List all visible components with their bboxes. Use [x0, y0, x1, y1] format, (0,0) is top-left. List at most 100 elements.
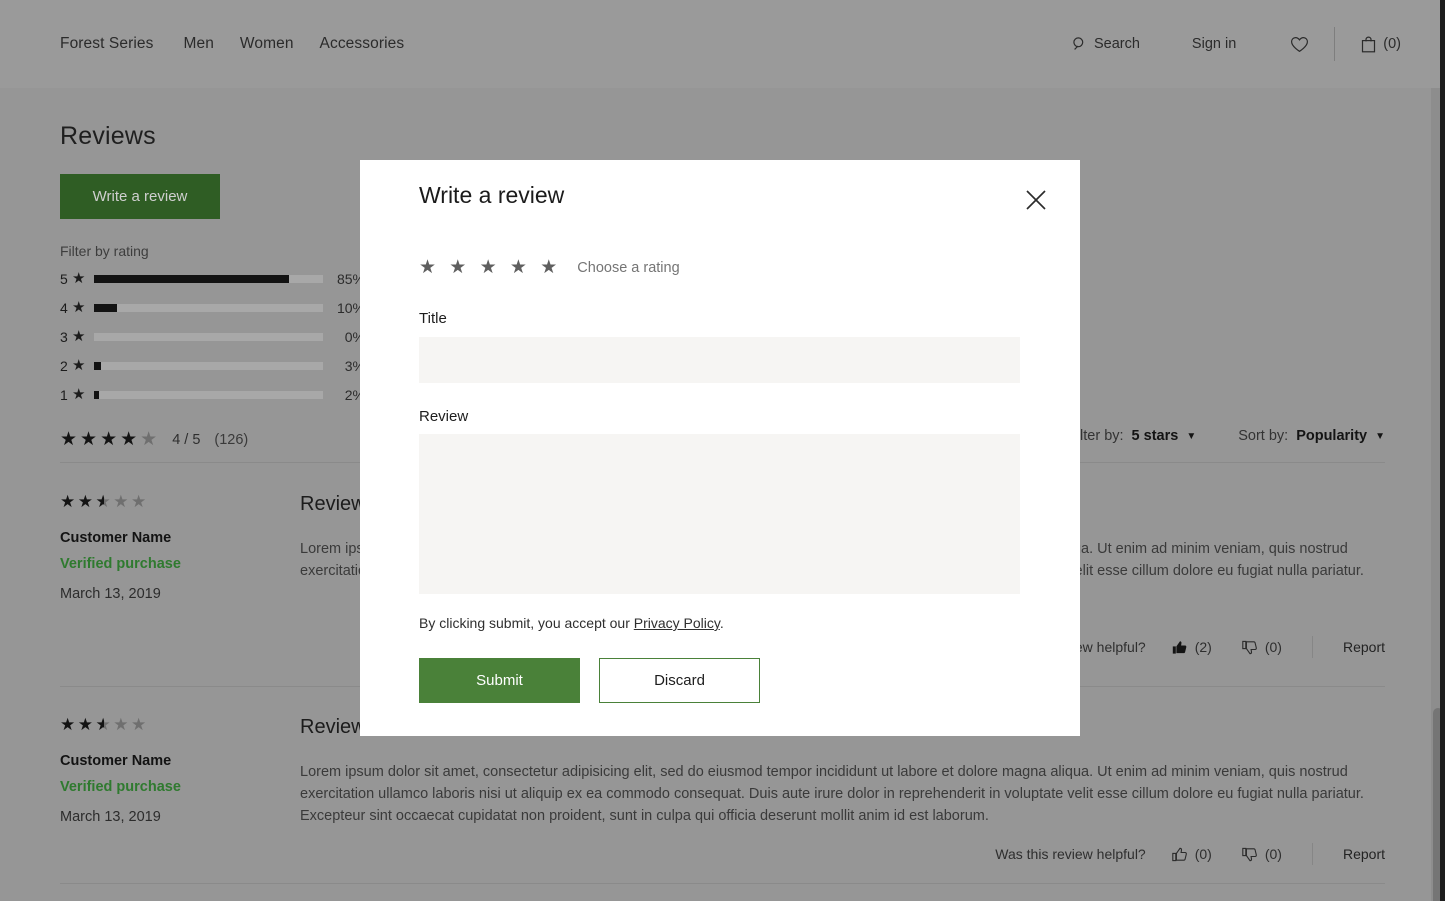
- review-meta: ★★★★★ Customer Name Verified purchase Ma…: [60, 716, 285, 825]
- sort-label: Sort by:: [1238, 428, 1288, 444]
- chevron-down-icon: ▼: [1375, 431, 1385, 442]
- thumbs-down-button[interactable]: (0): [1242, 846, 1282, 862]
- star-icon: ★: [72, 358, 94, 373]
- thumbs-up-count: (2): [1195, 639, 1212, 655]
- rating-bar-1[interactable]: 1 ★ 2%: [60, 380, 365, 409]
- rating-bar-4[interactable]: 4 ★ 10%: [60, 293, 365, 322]
- thumbs-down-count: (0): [1265, 639, 1282, 655]
- stars-filled: ★★: [60, 715, 95, 734]
- sort-value: Popularity: [1296, 428, 1367, 444]
- nav-item-forest-series[interactable]: Forest Series: [60, 35, 183, 53]
- thumbs-down-icon: [1242, 640, 1258, 655]
- page-title: Reviews: [60, 122, 156, 151]
- stars-filled: ★★: [60, 492, 95, 511]
- rating-histogram: 5 ★ 85% 4 ★ 10% 3 ★ 0%: [60, 264, 365, 409]
- filter-by-rating-label: Filter by rating: [60, 243, 149, 259]
- review-count: (126): [214, 432, 248, 448]
- search-label: Search: [1094, 36, 1140, 52]
- submit-button[interactable]: Submit: [419, 658, 580, 703]
- thumbs-up-button[interactable]: (2): [1172, 639, 1212, 655]
- star-icon: ★: [72, 329, 94, 344]
- sort-dropdown[interactable]: Sort by: Popularity ▼: [1238, 428, 1385, 444]
- dialog-title: Write a review: [419, 182, 564, 209]
- star-icon: ★: [72, 300, 94, 315]
- cart-count: (0): [1383, 36, 1401, 52]
- overall-rating-summary: ★★★★★ 4 / 5 (126): [60, 430, 248, 449]
- review-stars: ★★★★★: [60, 716, 285, 733]
- verified-purchase-badge: Verified purchase: [60, 556, 285, 572]
- stars-empty: ★★: [113, 492, 148, 511]
- thumbs-up-button[interactable]: (0): [1172, 846, 1212, 862]
- rating-bar-fill: [94, 391, 99, 399]
- rating-bar-track: [94, 391, 323, 399]
- thumbs-down-count: (0): [1265, 846, 1282, 862]
- filter-dropdown[interactable]: Filter by: 5 stars ▼: [1068, 428, 1196, 444]
- rating-bar-percent: 2%: [323, 387, 365, 403]
- rating-bar-5[interactable]: 5 ★ 85%: [60, 264, 365, 293]
- primary-nav: Forest Series Men Women Accessories: [60, 35, 430, 53]
- thumbs-up-icon: [1172, 847, 1188, 862]
- search-icon: [1072, 36, 1088, 52]
- divider: [1312, 843, 1313, 865]
- report-link[interactable]: Report: [1343, 639, 1385, 655]
- thumbs-down-icon: [1242, 847, 1258, 862]
- rating-bar-track: [94, 304, 323, 312]
- filter-value: 5 stars: [1132, 428, 1179, 444]
- rating-bar-track: [94, 275, 323, 283]
- rating-bar-fill: [94, 362, 101, 370]
- divider: [1312, 636, 1313, 658]
- star-half-icon: ★: [95, 492, 113, 511]
- site-header: Forest Series Men Women Accessories Sear…: [0, 0, 1445, 88]
- dialog-actions: Submit Discard: [419, 658, 760, 703]
- stars-filled: ★★★★: [60, 429, 140, 450]
- rating-hint-label: Choose a rating: [577, 260, 679, 276]
- cart-button[interactable]: (0): [1361, 36, 1401, 53]
- title-input[interactable]: [419, 337, 1020, 383]
- nav-item-men[interactable]: Men: [183, 35, 239, 53]
- report-link[interactable]: Report: [1343, 846, 1385, 862]
- discard-button[interactable]: Discard: [599, 658, 760, 703]
- search-button[interactable]: Search: [1072, 36, 1140, 52]
- helpful-question: Was this review helpful?: [995, 846, 1145, 862]
- heart-icon: [1290, 36, 1309, 53]
- signin-link[interactable]: Sign in: [1192, 36, 1236, 52]
- rating-bar-fill: [94, 304, 117, 312]
- window-edge: [1440, 0, 1445, 901]
- stars-empty: ★: [140, 429, 160, 450]
- rating-picker[interactable]: ★ ★ ★ ★ ★ Choose a rating: [419, 258, 680, 277]
- thumbs-up-count: (0): [1195, 846, 1212, 862]
- rating-bar-level: 2: [60, 358, 72, 374]
- rating-bar-level: 1: [60, 387, 72, 403]
- wishlist-button[interactable]: [1290, 36, 1309, 53]
- overall-stars: ★★★★★: [60, 430, 160, 449]
- nav-item-women[interactable]: Women: [240, 35, 320, 53]
- verified-purchase-badge: Verified purchase: [60, 779, 285, 795]
- review-meta: ★★★★★ Customer Name Verified purchase Ma…: [60, 493, 285, 602]
- nav-item-accessories[interactable]: Accessories: [320, 35, 431, 53]
- rating-bar-2[interactable]: 2 ★ 3%: [60, 351, 365, 380]
- thumbs-down-button[interactable]: (0): [1242, 639, 1282, 655]
- rating-stars[interactable]: ★ ★ ★ ★ ★: [419, 258, 561, 277]
- rating-bar-percent: 3%: [323, 358, 365, 374]
- overall-score: 4 / 5: [172, 432, 200, 448]
- write-review-dialog: Write a review ★ ★ ★ ★ ★ Choose a rating…: [360, 160, 1080, 736]
- reviewer-name: Customer Name: [60, 753, 285, 769]
- rating-bar-percent: 85%: [323, 271, 365, 287]
- privacy-policy-link[interactable]: Privacy Policy: [634, 615, 720, 631]
- close-dialog-button[interactable]: [1018, 182, 1054, 218]
- stars-empty: ★★: [113, 715, 148, 734]
- rating-bar-fill: [94, 275, 289, 283]
- review-date: March 13, 2019: [60, 586, 285, 602]
- legal-suffix: .: [720, 615, 724, 631]
- rating-bar-track: [94, 333, 323, 341]
- review-textarea[interactable]: [419, 434, 1020, 594]
- title-field-label: Title: [419, 310, 447, 327]
- rating-bar-level: 5: [60, 271, 72, 287]
- rating-bar-3[interactable]: 3 ★ 0%: [60, 322, 365, 351]
- rating-bar-track: [94, 362, 323, 370]
- write-review-button[interactable]: Write a review: [60, 174, 220, 219]
- star-icon: ★: [72, 387, 94, 402]
- reviewer-name: Customer Name: [60, 530, 285, 546]
- chevron-down-icon: ▼: [1186, 431, 1196, 442]
- page-root: Forest Series Men Women Accessories Sear…: [0, 0, 1445, 901]
